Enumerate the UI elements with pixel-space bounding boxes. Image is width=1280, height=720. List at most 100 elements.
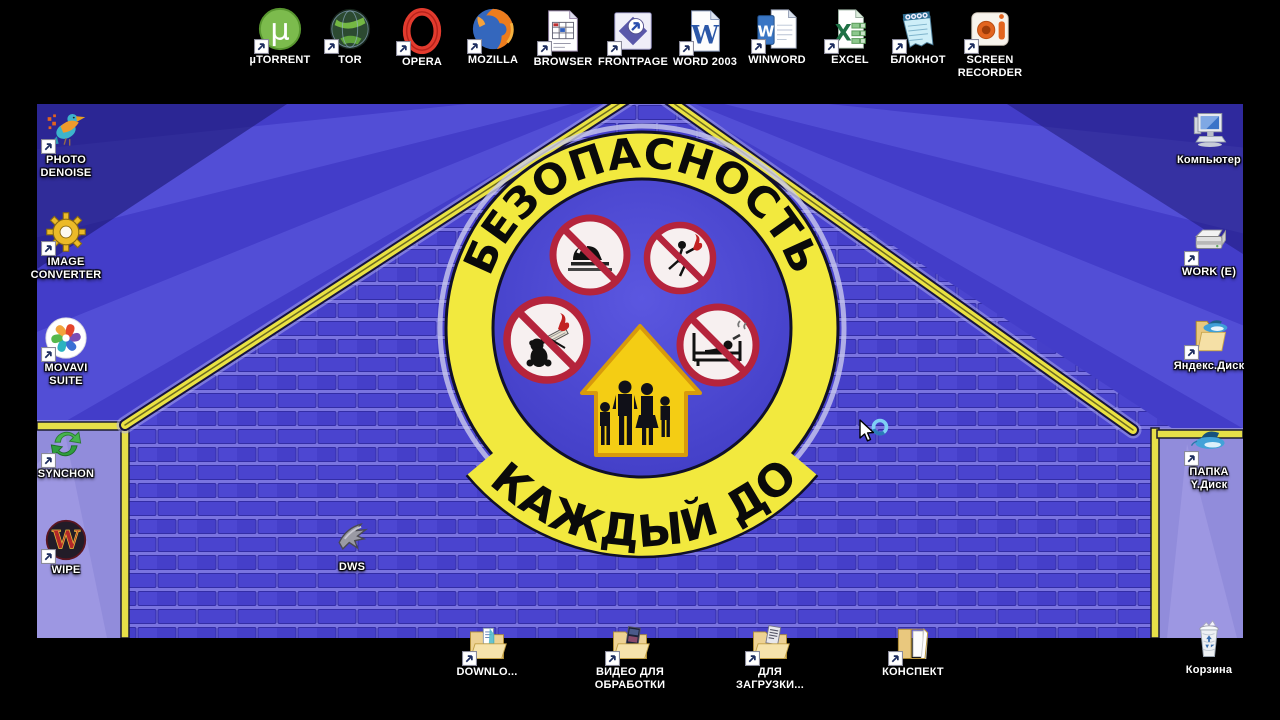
desktop-icon-папка-y-диск[interactable]: ПАПКА Y.Диск (1161, 420, 1257, 492)
desktop-icon-downlo[interactable]: DOWNLO... (439, 620, 535, 679)
shortcut-arrow-icon (467, 39, 482, 54)
svg-text:µ: µ (270, 13, 290, 48)
svg-text:W: W (690, 20, 720, 49)
gear-icon (41, 210, 88, 256)
desktop-icon-яндекс-диск[interactable]: Яндекс.Диск (1161, 314, 1257, 373)
icon-label: TOR (338, 54, 362, 66)
opera-icon (396, 8, 445, 56)
shortcut-arrow-icon (679, 41, 694, 56)
icon-label: КОНСПЕКТ (882, 666, 944, 678)
desktop: БЕЗОПАСНОСТЬ В КАЖДЫЙ ДОМ (0, 0, 1280, 720)
desktop-icon-корзина[interactable]: Корзина (1161, 618, 1257, 677)
browser-document-icon (537, 8, 586, 56)
icon-label: WINWORD (748, 54, 806, 66)
shortcut-arrow-icon (324, 39, 339, 54)
frontpage-icon (607, 8, 656, 56)
no-open-fire-sign (643, 221, 717, 295)
wallpaper: БЕЗОПАСНОСТЬ В КАЖДЫЙ ДОМ (37, 104, 1243, 638)
desktop-icon-image-converter[interactable]: IMAGE CONVERTER (18, 210, 114, 282)
shortcut-arrow-icon (254, 39, 269, 54)
folder-video-icon (605, 620, 652, 666)
icon-label: БЛОКНОТ (890, 54, 946, 66)
shortcut-arrow-icon (1184, 345, 1199, 360)
icon-label: WIPE (51, 564, 81, 576)
shortcut-arrow-icon (462, 651, 477, 666)
wipe-w-icon: W (41, 518, 88, 564)
dws-bird-icon (330, 515, 374, 559)
mouse-cursor-busy (856, 418, 892, 450)
icon-label: SCREEN RECORDER (957, 54, 1023, 79)
icon-label: Яндекс.Диск (1173, 360, 1245, 372)
desktop-icon-видео-для-обработки[interactable]: ВИДЕО ДЛЯ ОБРАБОТКИ (582, 620, 678, 692)
desktop-icon-для-загрузки[interactable]: ДЛЯ ЗАГРУЗКИ... (722, 620, 818, 692)
shortcut-arrow-icon (751, 39, 766, 54)
hummingbird-icon (41, 108, 88, 154)
hard-drive-icon (1184, 220, 1231, 266)
recycle-bin-full-icon (1187, 618, 1231, 662)
yandex-disk-folder-icon (1184, 314, 1231, 360)
word2003-icon: W (679, 8, 728, 56)
folder-papers-icon (745, 620, 792, 666)
desktop-icon-конспект[interactable]: КОНСПЕКТ (865, 620, 961, 679)
no-matches-sign (503, 296, 591, 384)
icon-label: PHOTO DENOISE (40, 154, 92, 179)
icon-label: MOVAVI SUITE (44, 362, 88, 387)
firefox-icon (467, 6, 516, 54)
shortcut-arrow-icon (607, 41, 622, 56)
wallpaper-art: БЕЗОПАСНОСТЬ В КАЖДЫЙ ДОМ (37, 104, 1243, 638)
desktop-icon-synchon[interactable]: SYNCHON (18, 422, 114, 481)
icon-label: Корзина (1185, 664, 1233, 676)
icon-label: EXCEL (831, 54, 869, 66)
desktop-icon-screen-recorder[interactable]: SCREEN RECORDER (942, 6, 1038, 80)
icon-label: ПАПКА Y.Диск (1189, 466, 1229, 491)
shortcut-arrow-icon (41, 139, 56, 154)
shortcut-arrow-icon (41, 549, 56, 564)
excel-icon: X (824, 6, 873, 54)
no-iron-sign (549, 214, 631, 296)
ufo-saucer-icon (1184, 420, 1231, 466)
notepad-icon (892, 6, 941, 54)
desktop-icon-dws[interactable]: DWS (304, 515, 400, 574)
icon-label: OPERA (401, 56, 443, 68)
shortcut-arrow-icon (605, 651, 620, 666)
icon-label: Компьютер (1177, 154, 1241, 166)
shortcut-arrow-icon (888, 651, 903, 666)
desktop-icon-photo-denoise[interactable]: PHOTO DENOISE (18, 108, 114, 180)
folder-downloads-icon (462, 620, 509, 666)
screen-recorder-icon (964, 6, 1013, 54)
winword-icon: W (751, 6, 800, 54)
icon-label: WORD 2003 (672, 56, 738, 68)
icon-label: DOWNLO... (456, 666, 518, 678)
shortcut-arrow-icon (537, 41, 552, 56)
shortcut-arrow-icon (41, 241, 56, 256)
desktop-icon-movavi-suite[interactable]: MOVAVI SUITE (18, 316, 114, 388)
icon-label: DWS (338, 561, 366, 573)
shortcut-arrow-icon (396, 41, 411, 56)
no-smoking-in-bed-sign (676, 303, 760, 387)
icon-label: SYNCHON (37, 468, 95, 480)
utorrent-icon: µ (254, 6, 303, 54)
icon-label: IMAGE CONVERTER (30, 256, 102, 281)
shortcut-arrow-icon (41, 347, 56, 362)
desktop-icon-work-e[interactable]: WORK (E) (1161, 220, 1257, 279)
icon-label: ДЛЯ ЗАГРУЗКИ... (736, 666, 804, 691)
shortcut-arrow-icon (1184, 451, 1199, 466)
svg-text:W: W (758, 23, 775, 41)
icon-label: ВИДЕО ДЛЯ ОБРАБОТКИ (594, 666, 666, 691)
shortcut-arrow-icon (1184, 251, 1199, 266)
tor-globe-icon (324, 6, 373, 54)
icon-label: WORK (E) (1181, 266, 1237, 278)
folder-open-empty-icon (888, 620, 935, 666)
computer-monitor-icon (1187, 108, 1231, 152)
desktop-icon-компьютер[interactable]: Компьютер (1161, 108, 1257, 167)
shortcut-arrow-icon (964, 39, 979, 54)
movavi-pinwheel-icon (41, 316, 88, 362)
shortcut-arrow-icon (892, 39, 907, 54)
shortcut-arrow-icon (824, 39, 839, 54)
shortcut-arrow-icon (745, 651, 760, 666)
desktop-icon-wipe[interactable]: W WIPE (18, 518, 114, 577)
sync-arrows-icon (41, 422, 88, 468)
icon-label: BROWSER (533, 56, 593, 68)
shortcut-arrow-icon (41, 453, 56, 468)
icon-label: MOZILLA (467, 54, 519, 66)
